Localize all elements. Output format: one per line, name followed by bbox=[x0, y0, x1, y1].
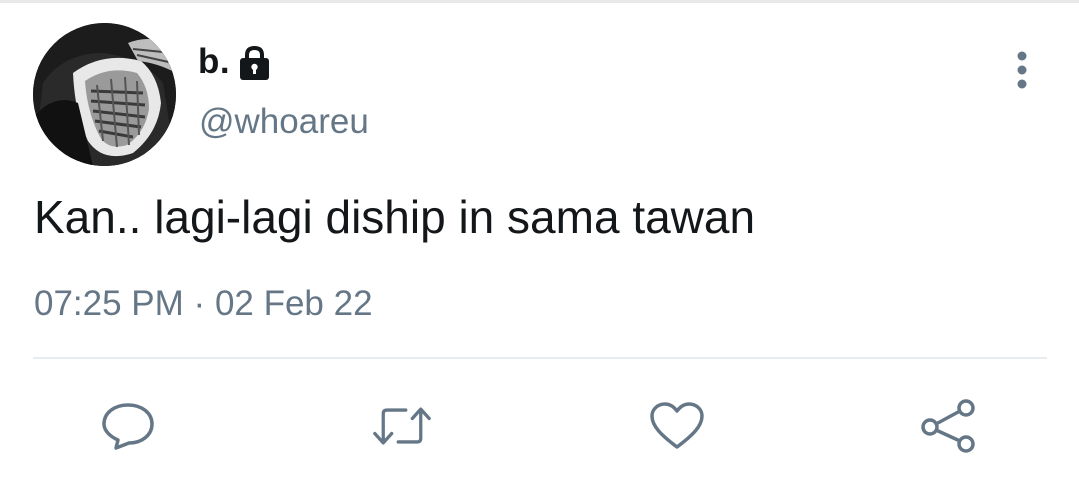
tweet-date: 02 Feb 22 bbox=[214, 284, 373, 323]
like-icon bbox=[650, 402, 704, 449]
action-bar bbox=[0, 395, 1079, 459]
reply-button[interactable] bbox=[98, 395, 158, 457]
tweet-timestamp[interactable]: 07:25 PM · 02 Feb 22 bbox=[34, 284, 373, 324]
more-options-button[interactable] bbox=[1003, 48, 1041, 92]
user-handle[interactable]: @whoareu bbox=[199, 102, 369, 142]
share-icon bbox=[921, 399, 975, 453]
divider bbox=[33, 357, 1047, 359]
retweet-button[interactable] bbox=[372, 395, 432, 457]
tweet-card: b. @whoareu Kan.. lagi-lagi diship in sa… bbox=[0, 0, 1079, 491]
share-button[interactable] bbox=[918, 395, 978, 457]
avatar[interactable] bbox=[33, 23, 176, 166]
timestamp-separator: · bbox=[193, 284, 206, 323]
tweet-text: Kan.. lagi-lagi diship in sama tawan bbox=[34, 191, 756, 243]
display-name[interactable]: b. bbox=[198, 42, 230, 82]
retweet-icon bbox=[373, 407, 431, 445]
tweet-time: 07:25 PM bbox=[34, 284, 184, 323]
lock-icon bbox=[238, 45, 271, 81]
user-name-row: b. bbox=[198, 40, 271, 84]
avatar-image bbox=[33, 23, 176, 166]
more-vertical-icon bbox=[1017, 51, 1027, 89]
reply-icon bbox=[102, 403, 154, 450]
like-button[interactable] bbox=[647, 395, 707, 457]
